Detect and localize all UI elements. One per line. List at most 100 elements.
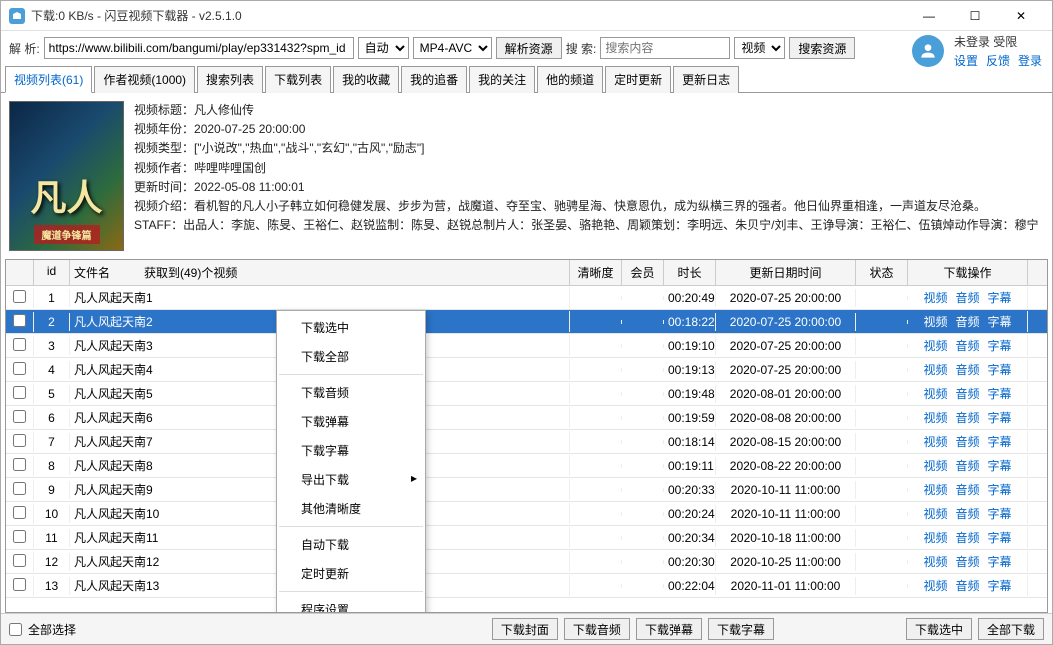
- op-subtitle[interactable]: 字幕: [988, 459, 1012, 473]
- table-row[interactable]: 11凡人风起天南1100:20:342020-10-18 11:00:00视频音…: [6, 526, 1047, 550]
- row-checkbox[interactable]: [13, 362, 26, 375]
- row-checkbox[interactable]: [13, 434, 26, 447]
- op-subtitle[interactable]: 字幕: [988, 507, 1012, 521]
- op-subtitle[interactable]: 字幕: [988, 363, 1012, 377]
- tab-0[interactable]: 视频列表(61): [5, 66, 92, 93]
- download-audio-button[interactable]: 下载音频: [564, 618, 630, 640]
- op-video[interactable]: 视频: [923, 291, 947, 305]
- ctx-item[interactable]: 导出下载▸: [277, 465, 425, 494]
- op-audio[interactable]: 音频: [955, 459, 979, 473]
- minimize-button[interactable]: —: [906, 1, 952, 31]
- download-subtitle-button[interactable]: 下载字幕: [708, 618, 774, 640]
- op-audio[interactable]: 音频: [955, 483, 979, 497]
- op-subtitle[interactable]: 字幕: [988, 435, 1012, 449]
- op-video[interactable]: 视频: [923, 363, 947, 377]
- row-checkbox[interactable]: [13, 530, 26, 543]
- table-row[interactable]: 4凡人风起天南400:19:132020-07-25 20:00:00视频音频字…: [6, 358, 1047, 382]
- ctx-item[interactable]: 下载选中: [277, 313, 425, 342]
- tab-1[interactable]: 作者视频(1000): [94, 66, 195, 93]
- search-button[interactable]: 搜索资源: [789, 37, 855, 59]
- row-checkbox[interactable]: [13, 314, 26, 327]
- ctx-item[interactable]: 下载字幕: [277, 436, 425, 465]
- op-audio[interactable]: 音频: [955, 315, 979, 329]
- close-button[interactable]: ✕: [998, 1, 1044, 31]
- tab-7[interactable]: 他的频道: [537, 66, 603, 93]
- op-audio[interactable]: 音频: [955, 411, 979, 425]
- row-checkbox[interactable]: [13, 386, 26, 399]
- parse-button[interactable]: 解析资源: [496, 37, 562, 59]
- op-video[interactable]: 视频: [923, 507, 947, 521]
- op-video[interactable]: 视频: [923, 435, 947, 449]
- table-row[interactable]: 13凡人风起天南1300:22:042020-11-01 11:00:00视频音…: [6, 574, 1047, 598]
- format-auto-select[interactable]: 自动: [358, 37, 409, 59]
- table-row[interactable]: 8凡人风起天南800:19:112020-08-22 20:00:00视频音频字…: [6, 454, 1047, 478]
- ctx-item[interactable]: 下载弹幕: [277, 407, 425, 436]
- op-audio[interactable]: 音频: [955, 387, 979, 401]
- op-audio[interactable]: 音频: [955, 363, 979, 377]
- url-input[interactable]: [44, 37, 354, 59]
- op-audio[interactable]: 音频: [955, 507, 979, 521]
- login-link[interactable]: 登录: [1018, 52, 1042, 69]
- ctx-item[interactable]: 下载全部: [277, 342, 425, 371]
- download-all-button[interactable]: 全部下载: [978, 618, 1044, 640]
- row-checkbox[interactable]: [13, 338, 26, 351]
- op-audio[interactable]: 音频: [955, 555, 979, 569]
- op-audio[interactable]: 音频: [955, 579, 979, 593]
- row-checkbox[interactable]: [13, 410, 26, 423]
- download-cover-button[interactable]: 下载封面: [492, 618, 558, 640]
- op-subtitle[interactable]: 字幕: [988, 531, 1012, 545]
- tab-8[interactable]: 定时更新: [605, 66, 671, 93]
- op-subtitle[interactable]: 字幕: [988, 339, 1012, 353]
- op-video[interactable]: 视频: [923, 531, 947, 545]
- select-all-checkbox[interactable]: [9, 623, 22, 636]
- download-danmu-button[interactable]: 下载弹幕: [636, 618, 702, 640]
- op-audio[interactable]: 音频: [955, 339, 979, 353]
- row-checkbox[interactable]: [13, 482, 26, 495]
- ctx-item[interactable]: 程序设置: [277, 595, 425, 613]
- download-selected-button[interactable]: 下载选中: [906, 618, 972, 640]
- row-checkbox[interactable]: [13, 458, 26, 471]
- maximize-button[interactable]: ☐: [952, 1, 998, 31]
- ctx-item[interactable]: 下载音频: [277, 378, 425, 407]
- row-checkbox[interactable]: [13, 290, 26, 303]
- op-video[interactable]: 视频: [923, 459, 947, 473]
- search-input[interactable]: [600, 37, 730, 59]
- tab-2[interactable]: 搜索列表: [197, 66, 263, 93]
- ctx-item[interactable]: 定时更新: [277, 559, 425, 588]
- op-video[interactable]: 视频: [923, 315, 947, 329]
- table-row[interactable]: 7凡人风起天南700:18:142020-08-15 20:00:00视频音频字…: [6, 430, 1047, 454]
- table-row[interactable]: 1凡人风起天南100:20:492020-07-25 20:00:00视频音频字…: [6, 286, 1047, 310]
- table-row[interactable]: 2凡人风起天南200:18:222020-07-25 20:00:00视频音频字…: [6, 310, 1047, 334]
- tab-3[interactable]: 下载列表: [265, 66, 331, 93]
- op-video[interactable]: 视频: [923, 411, 947, 425]
- row-checkbox[interactable]: [13, 578, 26, 591]
- table-row[interactable]: 9凡人风起天南900:20:332020-10-11 11:00:00视频音频字…: [6, 478, 1047, 502]
- table-row[interactable]: 12凡人风起天南1200:20:302020-10-25 11:00:00视频音…: [6, 550, 1047, 574]
- tab-5[interactable]: 我的追番: [401, 66, 467, 93]
- op-video[interactable]: 视频: [923, 339, 947, 353]
- row-checkbox[interactable]: [13, 554, 26, 567]
- search-type-select[interactable]: 视频: [734, 37, 785, 59]
- avatar[interactable]: [912, 35, 944, 67]
- format-codec-select[interactable]: MP4-AVC: [413, 37, 492, 59]
- table-row[interactable]: 5凡人风起天南500:19:482020-08-01 20:00:00视频音频字…: [6, 382, 1047, 406]
- table-row[interactable]: 3凡人风起天南300:19:102020-07-25 20:00:00视频音频字…: [6, 334, 1047, 358]
- ctx-item[interactable]: 其他清晰度: [277, 494, 425, 523]
- row-checkbox[interactable]: [13, 506, 26, 519]
- ctx-item[interactable]: 自动下载: [277, 530, 425, 559]
- op-audio[interactable]: 音频: [955, 531, 979, 545]
- table-row[interactable]: 6凡人风起天南600:19:592020-08-08 20:00:00视频音频字…: [6, 406, 1047, 430]
- table-row[interactable]: 10凡人风起天南1000:20:242020-10-11 11:00:00视频音…: [6, 502, 1047, 526]
- op-subtitle[interactable]: 字幕: [988, 291, 1012, 305]
- op-audio[interactable]: 音频: [955, 435, 979, 449]
- tab-9[interactable]: 更新日志: [673, 66, 739, 93]
- settings-link[interactable]: 设置: [954, 52, 978, 69]
- op-video[interactable]: 视频: [923, 555, 947, 569]
- op-video[interactable]: 视频: [923, 387, 947, 401]
- op-subtitle[interactable]: 字幕: [988, 555, 1012, 569]
- op-subtitle[interactable]: 字幕: [988, 579, 1012, 593]
- feedback-link[interactable]: 反馈: [986, 52, 1010, 69]
- op-subtitle[interactable]: 字幕: [988, 411, 1012, 425]
- tab-6[interactable]: 我的关注: [469, 66, 535, 93]
- op-video[interactable]: 视频: [923, 483, 947, 497]
